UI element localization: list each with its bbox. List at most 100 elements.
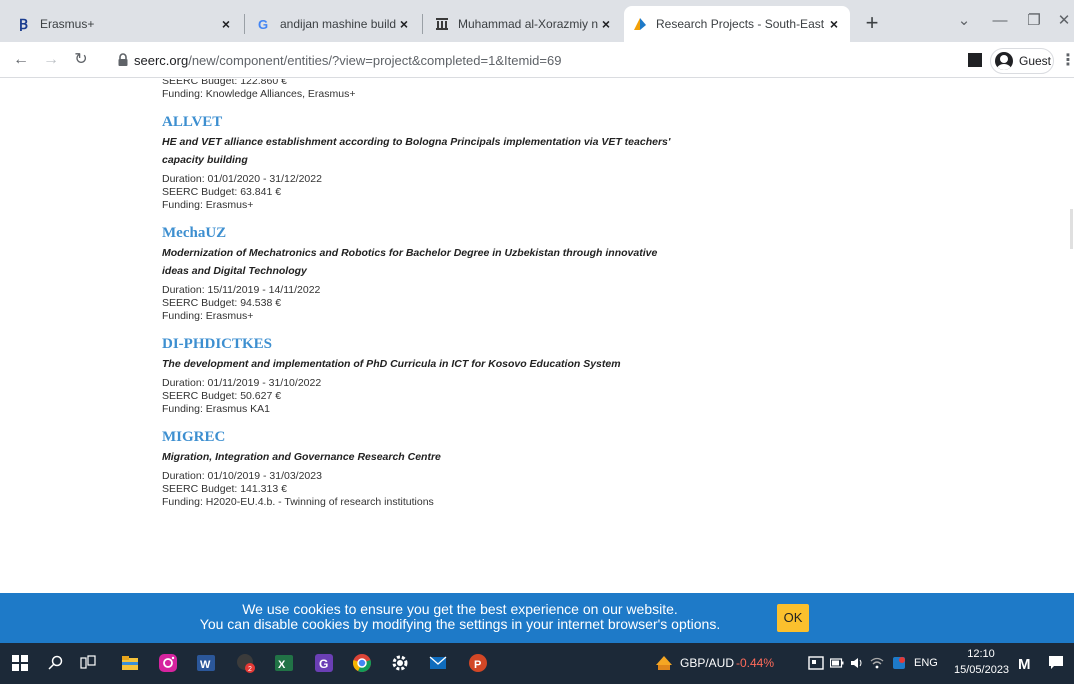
menu-icon[interactable]: ⋮ <box>1060 50 1074 70</box>
close-icon[interactable]: × <box>218 16 234 32</box>
project-funding: Funding: Knowledge Alliances, Erasmus+ <box>162 88 356 100</box>
project-budget: SEERC Budget: 141.313 € <box>162 483 287 495</box>
file-explorer-icon[interactable] <box>120 653 140 673</box>
chevron-down-icon[interactable]: ⌄ <box>946 8 982 34</box>
clock-time[interactable]: 12:10 <box>958 648 1004 660</box>
tray-app-icon[interactable] <box>808 655 824 671</box>
close-icon[interactable]: × <box>598 16 614 32</box>
svg-text:2: 2 <box>248 666 252 673</box>
description-line: HE and VET alliance establishment accord… <box>162 136 671 148</box>
description-line: The development and implementation of Ph… <box>162 358 621 370</box>
project-item: MIGREC Migration, Integration and Govern… <box>162 428 682 509</box>
svg-text:G: G <box>258 17 268 31</box>
task-view-icon[interactable] <box>80 655 96 671</box>
cookie-line: You can disable cookies by modifying the… <box>199 616 721 632</box>
tab-title: andijan mashine building - Goog <box>280 17 396 31</box>
lock-icon <box>118 53 128 67</box>
tab-university[interactable]: Muhammad al-Xorazmiy nomida × <box>426 6 622 42</box>
project-description: Migration, Integration and Governance Re… <box>162 448 682 466</box>
cookie-message: We use cookies to ensure you get the bes… <box>170 602 750 632</box>
battery-icon[interactable] <box>830 657 844 669</box>
project-list: SEERC Budget: 122.860 € Funding: Knowled… <box>162 79 682 509</box>
url-host: seerc.org <box>134 53 189 68</box>
tab-divider <box>422 14 423 34</box>
erasmus-icon: Ꞵ <box>16 16 32 32</box>
scrollbar[interactable] <box>1070 209 1073 249</box>
ticker-value: -0.44% <box>736 656 775 670</box>
project-budget: SEERC Budget: 50.627 € <box>162 390 282 402</box>
tab-google-search[interactable]: G andijan mashine building - Goog × <box>248 6 420 42</box>
project-title[interactable]: MIGREC <box>162 428 682 446</box>
project-budget: SEERC Budget: 94.538 € <box>162 297 282 309</box>
project-funding: Funding: H2020-EU.4.b. - Twinning of res… <box>162 496 434 508</box>
close-icon[interactable]: × <box>826 16 842 32</box>
address-bar[interactable]: seerc.org/new/component/entities/?view=p… <box>110 48 958 74</box>
description-line: Migration, Integration and Governance Re… <box>162 451 441 463</box>
project-item: ALLVET HE and VET alliance establishment… <box>162 113 682 212</box>
mail-app-icon[interactable]: M <box>1018 655 1036 671</box>
minimize-button[interactable]: — <box>982 8 1018 34</box>
project-budget: SEERC Budget: 63.841 € <box>162 186 282 198</box>
side-panel-icon[interactable] <box>968 53 982 67</box>
volume-icon[interactable] <box>850 656 864 670</box>
project-funding: Funding: Erasmus KA1 <box>162 403 270 415</box>
chrome-icon[interactable] <box>352 653 372 673</box>
page-content: SEERC Budget: 122.860 € Funding: Knowled… <box>0 79 1074 593</box>
profile-button[interactable]: Guest <box>990 48 1054 74</box>
tab-title: Muhammad al-Xorazmiy nomida <box>458 17 598 31</box>
language-indicator[interactable]: ENG <box>914 657 938 669</box>
ticker-label: GBP/AUD <box>680 656 735 670</box>
tab-research-projects[interactable]: Research Projects - South-East E × <box>624 6 850 42</box>
tray-badge-icon[interactable] <box>892 656 906 670</box>
word-icon[interactable]: W <box>196 653 216 673</box>
project-title[interactable]: MechaUZ <box>162 224 682 242</box>
svg-text:Ꞵ: Ꞵ <box>19 17 28 31</box>
windows-taskbar: W 2 X G P GBP/AUD -0.44% ENG 12:10 15/05… <box>0 643 1074 684</box>
clock-date[interactable]: 15/05/2023 <box>954 664 1009 676</box>
tab-divider <box>244 14 245 34</box>
project-item: MechaUZ Modernization of Mechatronics an… <box>162 224 682 323</box>
google-icon: G <box>256 16 272 32</box>
university-icon <box>434 16 450 32</box>
project-description: HE and VET alliance establishment accord… <box>162 133 682 169</box>
project-item: DI-PHDICTKES The development and impleme… <box>162 335 682 416</box>
wifi-icon[interactable] <box>870 656 884 670</box>
project-description: Modernization of Mechatronics and Roboti… <box>162 244 682 280</box>
reload-button[interactable]: ↻ <box>70 49 92 71</box>
description-line: Modernization of Mechatronics and Roboti… <box>162 247 658 259</box>
windows-start-icon[interactable] <box>12 655 28 671</box>
new-tab-button[interactable]: + <box>860 12 884 36</box>
profile-label: Guest <box>1019 54 1052 68</box>
back-button[interactable]: ← <box>10 49 32 71</box>
project-title[interactable]: DI-PHDICTKES <box>162 335 682 353</box>
settings-gear-icon[interactable] <box>390 653 410 673</box>
project-description: The development and implementation of Ph… <box>162 355 682 373</box>
seerc-icon <box>632 16 648 32</box>
svg-text:M: M <box>1018 656 1031 671</box>
project-budget: SEERC Budget: 122.860 € <box>162 79 287 87</box>
cookie-ok-button[interactable]: OK <box>777 604 809 632</box>
powerpoint-icon[interactable]: P <box>468 653 488 673</box>
excel-icon[interactable]: X <box>274 653 294 673</box>
search-icon[interactable] <box>48 655 64 671</box>
app-icon[interactable]: G <box>314 653 334 673</box>
forward-button[interactable]: → <box>40 49 62 71</box>
tab-title: Erasmus+ <box>40 17 95 31</box>
project-duration: Duration: 01/01/2020 - 31/12/2022 <box>162 173 322 185</box>
currency-ticker-icon <box>656 656 672 670</box>
tab-title: Research Projects - South-East E <box>656 17 826 31</box>
messenger-icon[interactable]: 2 <box>236 653 256 673</box>
url-text: seerc.org/new/component/entities/?view=p… <box>134 53 561 68</box>
project-duration: Duration: 15/11/2019 - 14/11/2022 <box>162 284 321 296</box>
description-line: ideas and Digital Technology <box>162 265 307 277</box>
close-icon[interactable]: × <box>396 16 412 32</box>
notifications-icon[interactable] <box>1048 655 1064 671</box>
svg-text:W: W <box>200 659 211 671</box>
project-duration: Duration: 01/10/2019 - 31/03/2023 <box>162 470 322 482</box>
close-window-button[interactable]: ✕ <box>1046 8 1074 34</box>
cookie-banner: We use cookies to ensure you get the bes… <box>0 593 1074 643</box>
mail-icon[interactable] <box>428 653 448 673</box>
project-title[interactable]: ALLVET <box>162 113 682 131</box>
instagram-icon[interactable] <box>158 653 178 673</box>
tab-erasmus[interactable]: Ꞵ Erasmus+ × <box>8 6 242 42</box>
